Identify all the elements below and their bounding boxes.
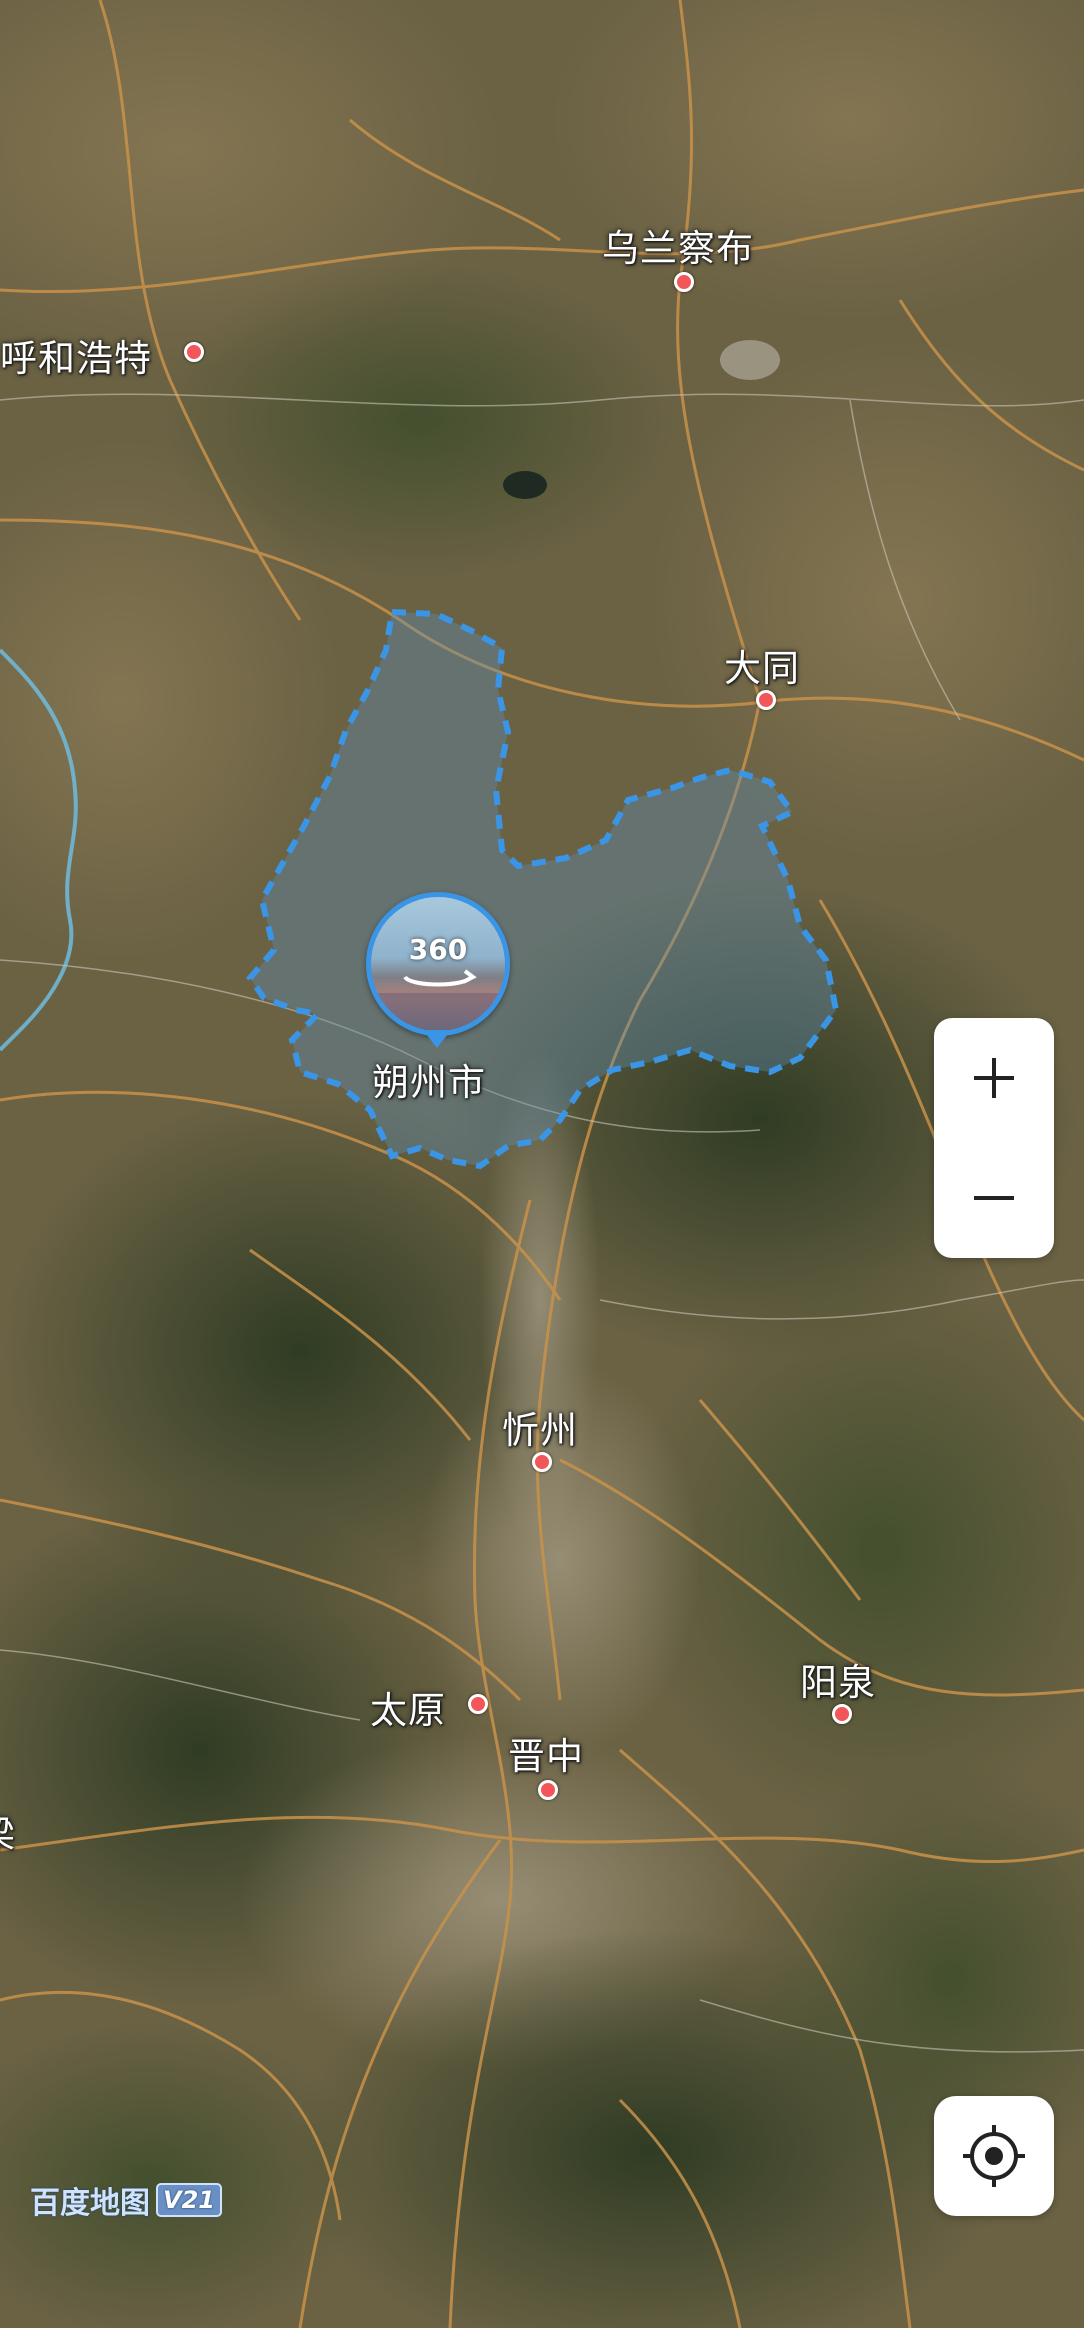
panorama-pointer — [423, 1030, 451, 1048]
city-label-huhehaote[interactable]: 呼和浩特 — [0, 328, 152, 382]
city-label-datong[interactable]: 大同 — [724, 638, 800, 692]
city-dot-jinzhong[interactable] — [538, 1780, 558, 1800]
city-dot-huhehaote[interactable] — [184, 342, 204, 362]
city-dot-datong[interactable] — [756, 690, 776, 710]
logo-version-badge: V21 — [156, 2183, 222, 2217]
city-dot-taiyuan[interactable] — [468, 1694, 488, 1714]
satellite-terrain — [0, 0, 1084, 2328]
zoom-in-button[interactable] — [934, 1018, 1054, 1138]
logo-text: 百度地图 — [30, 2186, 150, 2221]
zoom-controls — [934, 1018, 1054, 1258]
city-label-yangquan[interactable]: 阳泉 — [800, 1652, 876, 1706]
map-view[interactable]: 乌兰察布 呼和浩特 大同 朔州市 忻州 太原 晋中 阳泉 梁 360 — [0, 0, 1084, 2328]
city-label-partial-left[interactable]: 梁 — [0, 1804, 16, 1858]
city-label-jinzhong[interactable]: 晋中 — [508, 1726, 584, 1780]
city-label-shuozhou[interactable]: 朔州市 — [372, 1052, 486, 1106]
city-label-wulanchabu[interactable]: 乌兰察布 — [602, 218, 754, 272]
panorama-360-icon — [371, 969, 505, 1031]
city-dot-yangquan[interactable] — [832, 1704, 852, 1724]
city-dot-xinzhou[interactable] — [532, 1452, 552, 1472]
zoom-out-button[interactable] — [934, 1138, 1054, 1258]
city-label-taiyuan[interactable]: 太原 — [370, 1680, 446, 1734]
locate-button[interactable] — [934, 2096, 1054, 2216]
panorama-360-marker[interactable]: 360 — [366, 892, 510, 1036]
baidu-map-logo: 百度地图 V21 — [30, 2178, 222, 2222]
crosshair-locate-icon — [963, 2125, 1025, 2187]
minus-icon — [974, 1196, 1014, 1200]
city-dot-wulanchabu[interactable] — [674, 272, 694, 292]
plus-icon — [974, 1058, 1014, 1098]
city-label-xinzhou[interactable]: 忻州 — [502, 1400, 578, 1454]
